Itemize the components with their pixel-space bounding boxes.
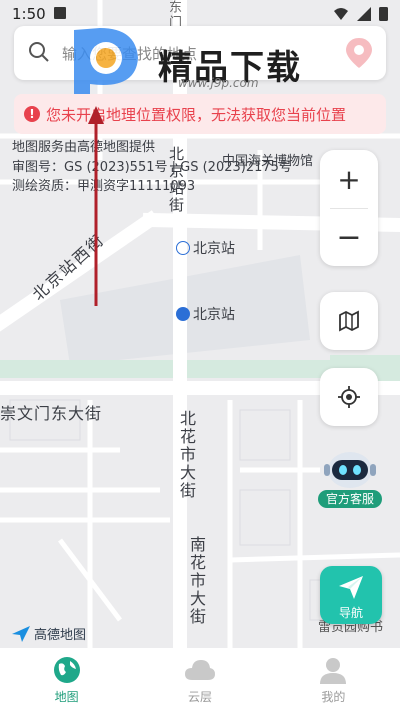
tab-label: 云层 <box>187 690 212 704</box>
customer-service-label: 官方客服 <box>318 490 382 508</box>
cloud-icon <box>184 660 215 680</box>
zoom-controls: + − <box>320 150 378 266</box>
crosshair-icon <box>338 386 360 408</box>
station-icon <box>176 307 190 321</box>
status-time: 1:50 <box>12 5 46 23</box>
permission-alert: ! 您未开启地理位置权限，无法获取您当前位置 <box>14 94 386 134</box>
attribution-line: 地图服务由高德地图提供 <box>12 140 156 155</box>
battery-icon <box>379 7 388 21</box>
paper-plane-icon <box>339 576 363 599</box>
zoom-out-button[interactable]: − <box>320 208 378 266</box>
map-icon <box>339 310 359 332</box>
robot-icon <box>324 452 376 488</box>
tab-label: 我的 <box>321 690 346 704</box>
customer-service-button[interactable]: 官方客服 <box>318 446 382 510</box>
map-attribution: 地图服务由高德地图提供 审图号：GS (2023)551号 | GS (2023… <box>12 138 292 197</box>
watermark-url: www.j9p.com <box>178 76 259 90</box>
tab-profile[interactable]: 我的 <box>267 648 400 712</box>
signal-icon <box>357 6 371 21</box>
locate-button[interactable] <box>320 368 378 426</box>
amap-logo-text: 高德地图 <box>34 628 87 643</box>
search-icon <box>29 42 49 62</box>
attribution-line: 测绘资质：甲测资字11111093 <box>12 179 196 194</box>
globe-icon <box>53 657 80 683</box>
annotation-arrow-icon <box>88 106 104 306</box>
location-pin-icon[interactable] <box>342 36 376 70</box>
alert-icon: ! <box>24 106 40 122</box>
user-icon <box>320 658 347 684</box>
tab-map[interactable]: 地图 <box>0 648 133 712</box>
street-label: 北花市大街 <box>177 410 196 500</box>
subway-label: 北京站 <box>176 238 235 258</box>
zoom-in-button[interactable]: + <box>320 150 378 208</box>
brand-logo-icon <box>74 28 138 100</box>
tab-label: 地图 <box>54 690 79 704</box>
wifi-icon <box>334 7 348 20</box>
watermark: 精品下载 <box>56 24 302 104</box>
attribution-line: 审图号：GS (2023)551号 | GS (2023)2175号 <box>12 159 292 175</box>
notification-icon <box>54 7 66 19</box>
navigate-button[interactable]: 导航 <box>320 566 382 624</box>
amap-logo: 高德地图 <box>12 624 86 643</box>
street-label: 崇文门东大街 <box>0 404 103 423</box>
bottom-tab-bar: 地图 云层 我的 <box>0 648 400 712</box>
street-label: 南花市大街 <box>187 536 206 626</box>
map-layers-button[interactable] <box>320 292 378 350</box>
navigate-label: 导航 <box>338 606 363 620</box>
station-poi: 北京站 <box>176 304 235 324</box>
tab-cloud[interactable]: 云层 <box>133 648 266 712</box>
amap-logo-icon <box>12 625 30 642</box>
subway-icon <box>176 241 190 255</box>
